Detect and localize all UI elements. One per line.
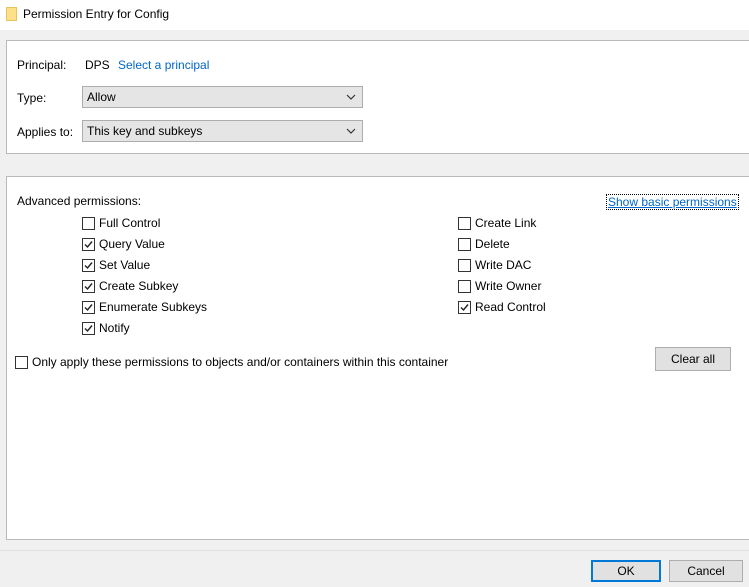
permission-checkbox[interactable] xyxy=(82,259,95,272)
advanced-permissions-heading: Advanced permissions: xyxy=(17,194,142,208)
ok-button[interactable]: OK xyxy=(591,560,661,582)
permission-checkbox[interactable] xyxy=(458,301,471,314)
permission-checkbox[interactable] xyxy=(82,238,95,251)
permission-checkbox[interactable] xyxy=(458,259,471,272)
permission-label: Create Link xyxy=(475,216,537,230)
permission-checkbox[interactable] xyxy=(458,280,471,293)
chevron-down-icon xyxy=(346,128,356,134)
applies-to-dropdown-value: This key and subkeys xyxy=(87,124,203,138)
permission-checkbox[interactable] xyxy=(458,217,471,230)
principal-panel: Principal: DPS Select a principal Type: … xyxy=(6,40,749,154)
cancel-button[interactable]: Cancel xyxy=(669,560,743,582)
permission-checkbox[interactable] xyxy=(82,322,95,335)
footer-separator xyxy=(0,550,749,551)
type-label: Type: xyxy=(17,91,47,105)
checkmark-icon xyxy=(84,325,93,333)
checkmark-icon xyxy=(84,262,93,270)
checkmark-icon xyxy=(460,304,469,312)
show-basic-permissions-link[interactable]: Show basic permissions xyxy=(606,194,739,210)
permission-label: Delete xyxy=(475,237,510,251)
clear-all-button[interactable]: Clear all xyxy=(655,347,731,371)
permission-label: Set Value xyxy=(99,258,151,272)
permission-label: Notify xyxy=(99,321,130,335)
select-principal-link[interactable]: Select a principal xyxy=(118,58,209,72)
checkmark-icon xyxy=(84,283,93,291)
permission-checkbox[interactable] xyxy=(82,301,95,314)
permission-label: Write DAC xyxy=(475,258,532,272)
window-title: Permission Entry for Config xyxy=(23,7,170,21)
type-dropdown-value: Allow xyxy=(87,90,116,104)
chevron-down-icon xyxy=(346,94,356,100)
permission-checkbox[interactable] xyxy=(82,217,95,230)
permission-label: Write Owner xyxy=(475,279,542,293)
principal-value: DPS xyxy=(85,58,110,72)
principal-label: Principal: xyxy=(17,58,67,72)
permission-checkbox[interactable] xyxy=(458,238,471,251)
applies-to-dropdown[interactable]: This key and subkeys xyxy=(82,120,363,142)
type-dropdown[interactable]: Allow xyxy=(82,86,363,108)
folder-icon xyxy=(6,7,17,21)
title-bar: Permission Entry for Config xyxy=(0,0,749,30)
advanced-permissions-panel: Advanced permissions: Show basic permiss… xyxy=(6,176,749,540)
only-apply-label: Only apply these permissions to objects … xyxy=(32,355,449,369)
permission-label: Full Control xyxy=(99,216,161,230)
permission-label: Create Subkey xyxy=(99,279,179,293)
applies-to-label: Applies to: xyxy=(17,125,74,139)
permission-label: Enumerate Subkeys xyxy=(99,300,208,314)
checkmark-icon xyxy=(84,241,93,249)
only-apply-checkbox[interactable] xyxy=(15,356,28,369)
permission-label: Read Control xyxy=(475,300,546,314)
checkmark-icon xyxy=(84,304,93,312)
permission-label: Query Value xyxy=(99,237,165,251)
permission-checkbox[interactable] xyxy=(82,280,95,293)
